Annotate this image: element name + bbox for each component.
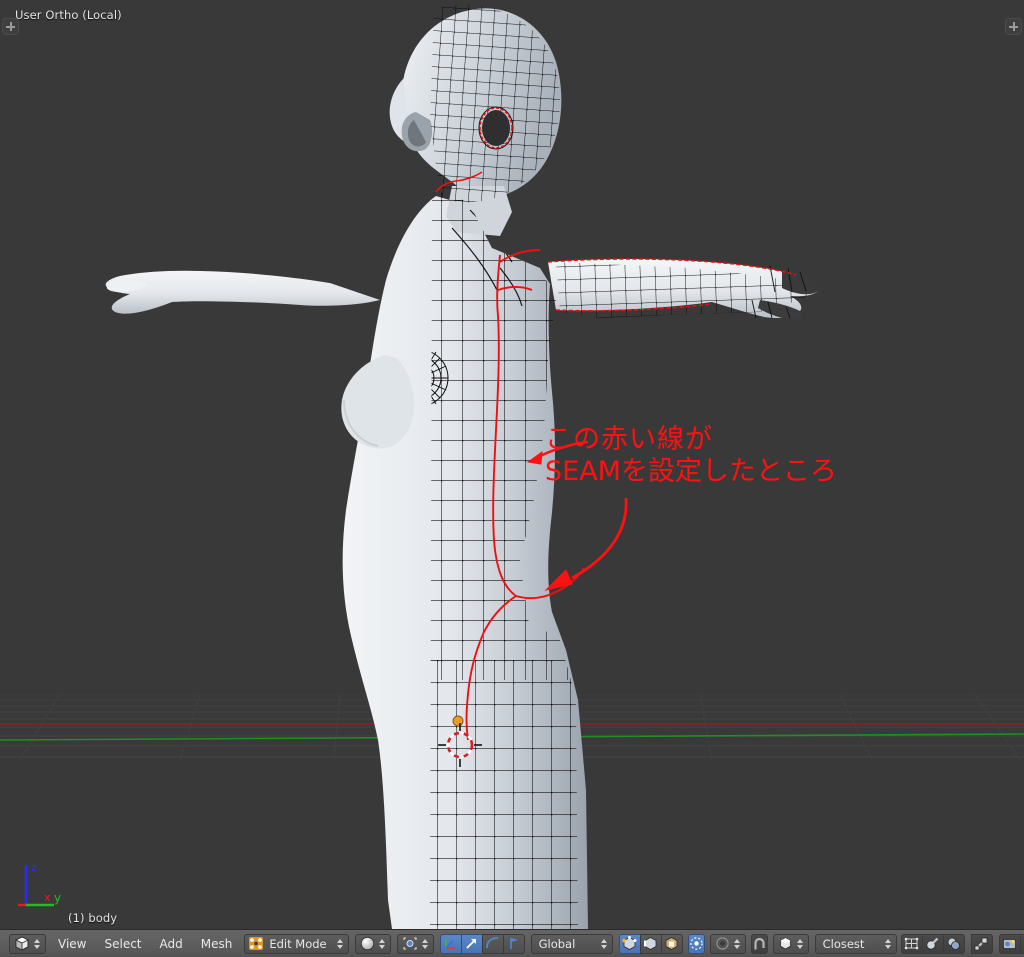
blender-window: z x y User Ortho (Local) (1) body この赤い線が…: [0, 0, 1024, 957]
interaction-mode-selector[interactable]: Edit Mode: [244, 933, 349, 954]
viewport-canvas: z x y: [0, 4, 1024, 929]
uv-sculpt-button[interactable]: [921, 933, 944, 954]
snap-element-selector[interactable]: [772, 933, 809, 954]
menu-view[interactable]: View: [49, 934, 95, 954]
right-hand: [782, 268, 820, 295]
mesh-body: [105, 4, 820, 929]
selected-vertex: [452, 715, 464, 727]
face-select-icon: [665, 937, 678, 950]
pivot-point-selector[interactable]: [396, 933, 434, 954]
manipulator-flag-icon: [510, 938, 519, 949]
transform-gizmo-group[interactable]: [439, 933, 525, 954]
menu-select[interactable]: Select: [95, 934, 150, 954]
occlude-geometry-icon: [947, 937, 961, 950]
render-animation-button[interactable]: [1019, 933, 1024, 954]
snap-magnet-button[interactable]: [750, 933, 768, 954]
move-gizmo-button[interactable]: [439, 933, 462, 954]
menu-mesh[interactable]: Mesh: [192, 934, 242, 954]
region-toggle-top-right-plus-icon[interactable]: [1005, 18, 1022, 35]
viewport-shading-selector[interactable]: [354, 933, 391, 954]
svg-text:y: y: [54, 891, 61, 905]
editor-type-selector[interactable]: [9, 933, 46, 954]
mesh-display-button[interactable]: [900, 933, 923, 954]
edge-select-icon: [644, 937, 657, 950]
move-gizmo-icon: [445, 939, 456, 949]
viewport-header[interactable]: View Select Add Mesh Edit Mode Global Cl…: [0, 929, 1024, 957]
transform-orientation-arrows[interactable]: [599, 938, 609, 949]
pose-tools-group[interactable]: [970, 933, 993, 954]
viewport-shading-arrows[interactable]: [377, 938, 387, 949]
mesh-select-mode-group[interactable]: [618, 933, 683, 954]
proportional-edit-button[interactable]: [687, 933, 705, 954]
interaction-mode-arrows[interactable]: [335, 938, 345, 949]
proportional-edit-icon: [689, 937, 703, 950]
rotate-gizmo-icon: [466, 939, 477, 949]
edge-select-button[interactable]: [639, 933, 662, 954]
edit-mode-icon: [249, 937, 264, 950]
pose-copy-icon: [974, 937, 988, 951]
menu-add[interactable]: Add: [151, 934, 192, 954]
interaction-mode-label: Edit Mode: [269, 936, 327, 951]
vertex-select-icon: [622, 936, 637, 950]
mesh-display-icon: [904, 937, 919, 950]
render-image-icon: [1003, 939, 1017, 949]
vertex-select-button[interactable]: [618, 933, 641, 954]
snap-target-label: Closest: [822, 936, 865, 951]
pivot-point-arrows[interactable]: [420, 938, 430, 949]
editor-type-arrows[interactable]: [32, 938, 42, 949]
snap-element-icon: [779, 937, 791, 950]
rotate-gizmo-button[interactable]: [460, 933, 483, 954]
render-group[interactable]: [998, 933, 1024, 954]
transform-orientation-selector[interactable]: Global: [530, 933, 613, 954]
svg-text:x: x: [44, 891, 51, 904]
pose-copy-button[interactable]: [970, 933, 993, 954]
snap-target-arrows[interactable]: [883, 938, 893, 949]
snap-element-arrows[interactable]: [795, 938, 805, 949]
breast: [341, 355, 415, 449]
mesh-display-group[interactable]: [900, 933, 965, 954]
transform-orientation-label: Global: [538, 936, 576, 951]
render-image-button[interactable]: [998, 933, 1021, 954]
svg-text:z: z: [31, 861, 37, 874]
smooth-falloff-icon: [716, 937, 729, 950]
uv-sculpt-icon: [926, 937, 939, 950]
extra-gizmo-button[interactable]: [502, 933, 525, 954]
editor-type-3d-viewport-icon: [15, 936, 29, 951]
region-toggle-top-left-plus-icon[interactable]: [2, 18, 19, 35]
3d-viewport[interactable]: z x y User Ortho (Local) (1) body この赤い線が…: [0, 0, 1024, 929]
face-select-button[interactable]: [660, 933, 683, 954]
proportional-falloff-selector[interactable]: [709, 933, 746, 954]
pivot-point-icon: [403, 937, 417, 950]
snap-target-selector[interactable]: Closest: [814, 933, 897, 954]
snap-magnet-icon: [754, 937, 765, 950]
scale-gizmo-icon: [486, 937, 499, 949]
occlude-geometry-button[interactable]: [942, 933, 965, 954]
left-arm: [105, 270, 381, 314]
viewport-shading-icon: [360, 936, 374, 951]
scale-gizmo-button[interactable]: [481, 933, 504, 954]
axis-gizmo: z x y: [18, 861, 61, 907]
proportional-falloff-arrows[interactable]: [732, 938, 742, 949]
